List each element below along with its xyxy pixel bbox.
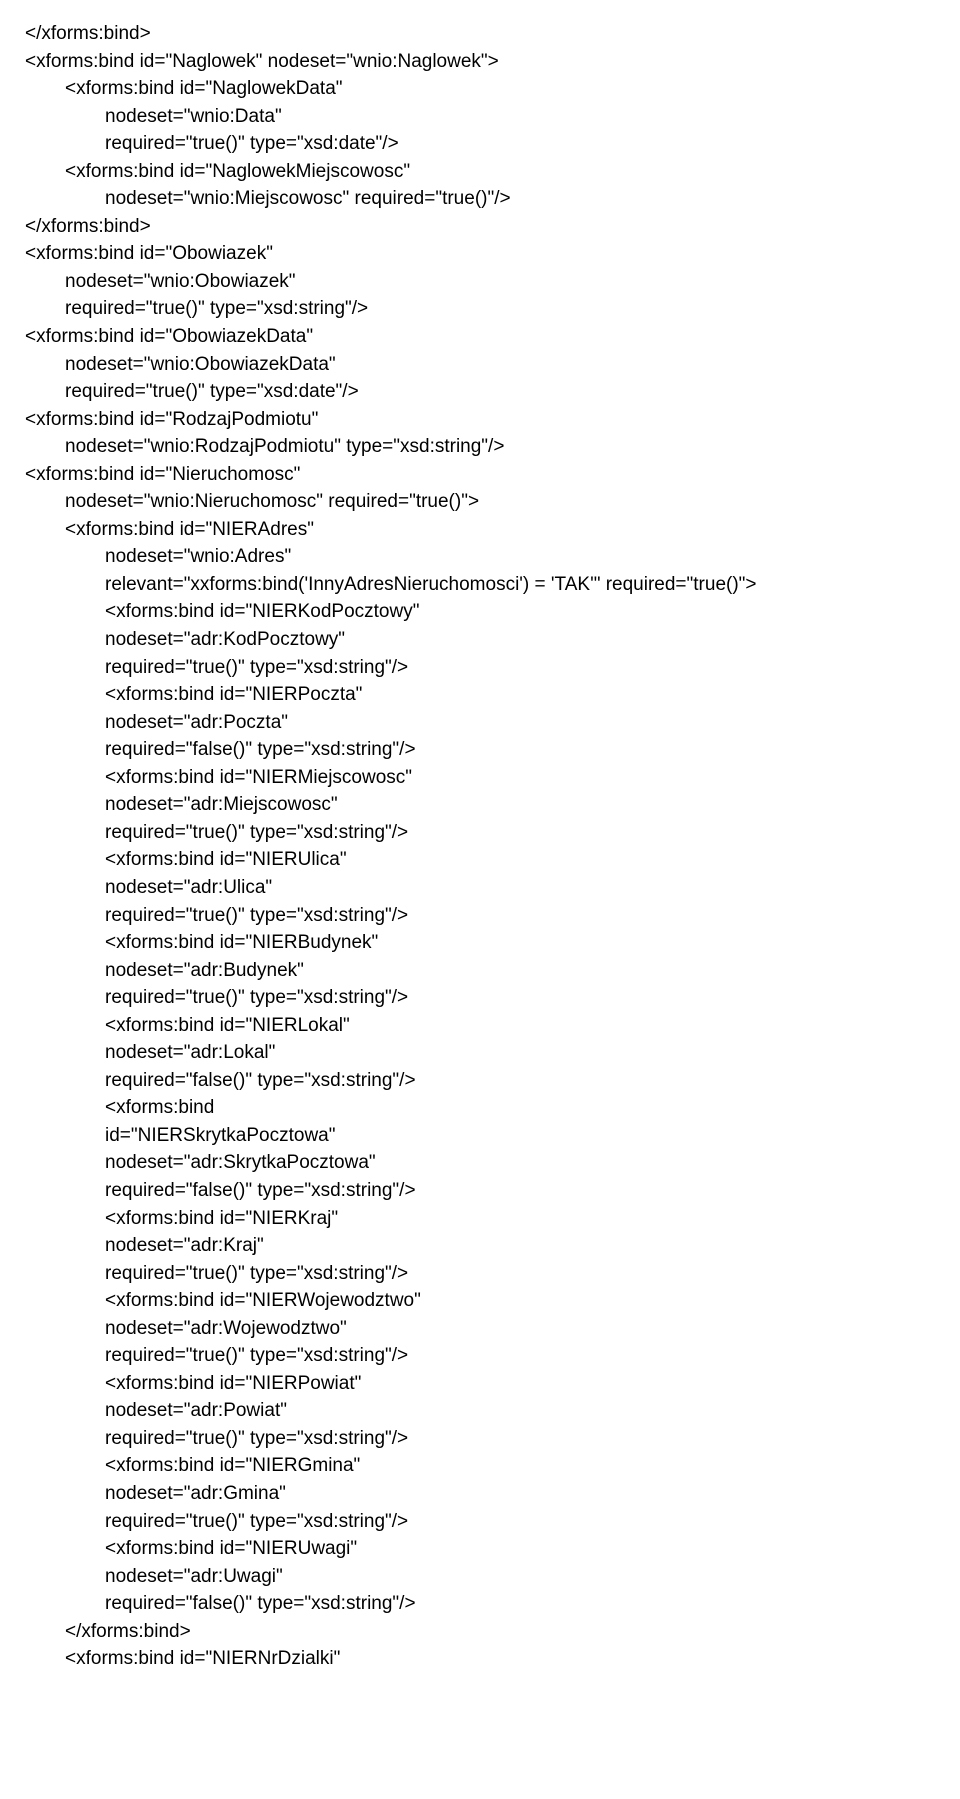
code-line: required="true()" type="xsd:string"/> [25, 1260, 935, 1288]
code-line: nodeset="wnio:Nieruchomosc" required="tr… [25, 488, 935, 516]
code-line: nodeset="adr:Poczta" [25, 709, 935, 737]
code-line: <xforms:bind id="NIERLokal" [25, 1012, 935, 1040]
code-line: nodeset="wnio:ObowiazekData" [25, 351, 935, 379]
xml-code-block: </xforms:bind><xforms:bind id="Naglowek"… [25, 20, 935, 1673]
code-line: required="true()" type="xsd:string"/> [25, 1425, 935, 1453]
code-line: <xforms:bind id="Obowiazek" [25, 240, 935, 268]
code-line: nodeset="adr:KodPocztowy" [25, 626, 935, 654]
code-line: required="true()" type="xsd:date"/> [25, 130, 935, 158]
code-line: <xforms:bind [25, 1094, 935, 1122]
code-line: nodeset="adr:SkrytkaPocztowa" [25, 1149, 935, 1177]
code-line: <xforms:bind id="NIERGmina" [25, 1452, 935, 1480]
code-line: nodeset="wnio:RodzajPodmiotu" type="xsd:… [25, 433, 935, 461]
code-line: </xforms:bind> [25, 213, 935, 241]
code-line: </xforms:bind> [25, 1618, 935, 1646]
code-line: required="false()" type="xsd:string"/> [25, 1590, 935, 1618]
code-line: </xforms:bind> [25, 20, 935, 48]
code-line: relevant="xxforms:bind('InnyAdresNieruch… [25, 571, 935, 599]
code-line: <xforms:bind id="NIERUwagi" [25, 1535, 935, 1563]
code-line: nodeset="wnio:Miejscowosc" required="tru… [25, 185, 935, 213]
code-line: nodeset="adr:Powiat" [25, 1397, 935, 1425]
code-line: nodeset="adr:Gmina" [25, 1480, 935, 1508]
code-line: required="false()" type="xsd:string"/> [25, 736, 935, 764]
code-line: <xforms:bind id="ObowiazekData" [25, 323, 935, 351]
code-line: <xforms:bind id="Nieruchomosc" [25, 461, 935, 489]
code-line: required="true()" type="xsd:date"/> [25, 378, 935, 406]
code-line: <xforms:bind id="NIERBudynek" [25, 929, 935, 957]
code-line: id="NIERSkrytkaPocztowa" [25, 1122, 935, 1150]
code-line: nodeset="wnio:Obowiazek" [25, 268, 935, 296]
code-line: <xforms:bind id="NIERNrDzialki" [25, 1645, 935, 1673]
code-line: nodeset="adr:Budynek" [25, 957, 935, 985]
code-line: <xforms:bind id="NIERPowiat" [25, 1370, 935, 1398]
code-line: required="false()" type="xsd:string"/> [25, 1067, 935, 1095]
code-line: required="true()" type="xsd:string"/> [25, 1508, 935, 1536]
code-line: <xforms:bind id="NIERKodPocztowy" [25, 598, 935, 626]
code-line: nodeset="adr:Lokal" [25, 1039, 935, 1067]
code-line: required="true()" type="xsd:string"/> [25, 902, 935, 930]
code-line: required="true()" type="xsd:string"/> [25, 654, 935, 682]
code-line: <xforms:bind id="NIERPoczta" [25, 681, 935, 709]
code-line: <xforms:bind id="NIERWojewodztwo" [25, 1287, 935, 1315]
code-line: nodeset="adr:Miejscowosc" [25, 791, 935, 819]
code-line: <xforms:bind id="NIERUlica" [25, 846, 935, 874]
code-line: <xforms:bind id="Naglowek" nodeset="wnio… [25, 48, 935, 76]
code-line: nodeset="wnio:Data" [25, 103, 935, 131]
code-line: <xforms:bind id="RodzajPodmiotu" [25, 406, 935, 434]
code-line: required="true()" type="xsd:string"/> [25, 984, 935, 1012]
code-line: required="false()" type="xsd:string"/> [25, 1177, 935, 1205]
code-line: <xforms:bind id="NIERMiejscowosc" [25, 764, 935, 792]
code-line: <xforms:bind id="NaglowekMiejscowosc" [25, 158, 935, 186]
code-line: required="true()" type="xsd:string"/> [25, 295, 935, 323]
code-line: <xforms:bind id="NIERKraj" [25, 1205, 935, 1233]
code-line: nodeset="adr:Wojewodztwo" [25, 1315, 935, 1343]
code-line: nodeset="adr:Kraj" [25, 1232, 935, 1260]
code-line: required="true()" type="xsd:string"/> [25, 1342, 935, 1370]
code-line: required="true()" type="xsd:string"/> [25, 819, 935, 847]
code-line: nodeset="adr:Uwagi" [25, 1563, 935, 1591]
code-line: nodeset="adr:Ulica" [25, 874, 935, 902]
code-line: <xforms:bind id="NIERAdres" [25, 516, 935, 544]
code-line: nodeset="wnio:Adres" [25, 543, 935, 571]
code-line: <xforms:bind id="NaglowekData" [25, 75, 935, 103]
